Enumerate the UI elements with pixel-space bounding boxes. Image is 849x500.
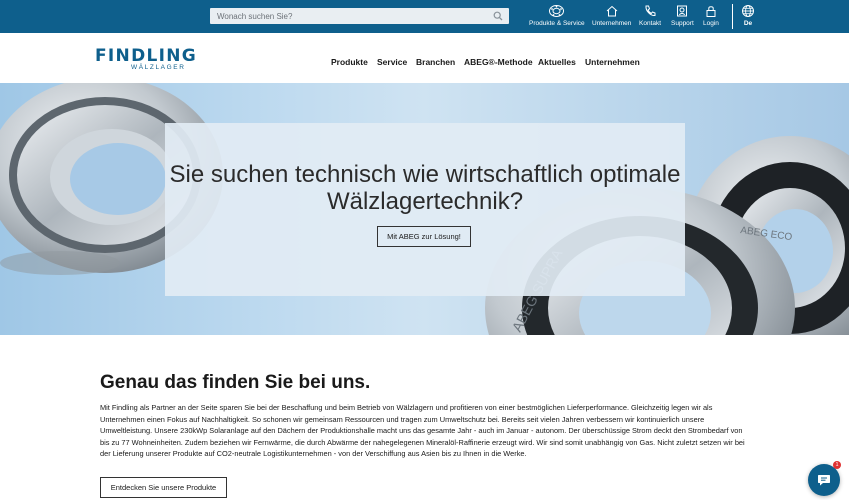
- nav-produkte[interactable]: Produkte: [331, 57, 368, 67]
- utility-label: Unternehmen: [592, 20, 632, 27]
- top-bar: Produkte & Service Unternehmen Kontakt S…: [0, 0, 849, 33]
- search-input[interactable]: [210, 8, 490, 24]
- chat-icon: [818, 475, 830, 486]
- globe-icon: [742, 5, 754, 17]
- search-icon[interactable]: [493, 11, 503, 21]
- nav-unternehmen[interactable]: Unternehmen: [585, 57, 640, 67]
- section-heading: Genau das finden Sie bei uns.: [100, 372, 371, 393]
- phone-icon: [645, 5, 656, 17]
- utility-unternehmen[interactable]: Unternehmen: [592, 4, 631, 30]
- utility-support[interactable]: Support: [671, 4, 694, 30]
- utility-label: Support: [671, 20, 694, 27]
- bearing-icon: [549, 5, 565, 17]
- chat-notification-badge: 1: [833, 461, 841, 469]
- nav-abeg-methode[interactable]: ABEG®-Methode: [464, 57, 533, 67]
- utility-label: Login: [703, 20, 719, 27]
- utility-login[interactable]: Login: [703, 4, 719, 30]
- hero-banner: ABEG SUPRA ABEG ECO Sie suchen technisch…: [0, 83, 849, 335]
- hero-title-line-2: Wälzlagertechnik?: [326, 188, 524, 215]
- nav-aktuelles[interactable]: Aktuelles: [538, 57, 576, 67]
- nav-branchen[interactable]: Branchen: [416, 57, 455, 67]
- logo-subline: WÄLZLAGER: [131, 64, 186, 71]
- hero-title-line-1: Sie suchen technisch wie wirtschaftlich …: [169, 161, 681, 188]
- logo-wordmark: FINDLING: [95, 46, 198, 66]
- section-paragraph: Mit Findling als Partner an der Seite sp…: [100, 403, 745, 459]
- search-bar: [210, 8, 509, 24]
- discover-products-button[interactable]: Entdecken Sie unsere Produkte: [100, 477, 227, 498]
- utility-label: Kontakt: [639, 20, 662, 27]
- hero-overlay: Sie suchen technisch wie wirtschaftlich …: [165, 123, 685, 296]
- utility-divider: [732, 4, 733, 29]
- support-icon: [677, 5, 688, 17]
- utility-language[interactable]: De: [741, 4, 755, 30]
- utility-label: Produkte & Service: [529, 20, 585, 27]
- utility-kontakt[interactable]: Kontakt: [639, 4, 661, 30]
- utility-produkte-service[interactable]: Produkte & Service: [529, 4, 585, 30]
- lock-icon: [706, 6, 716, 17]
- hero-title: Sie suchen technisch wie wirtschaftlich …: [165, 161, 685, 215]
- main-header: FINDLING WÄLZLAGER Produkte Service Bran…: [0, 33, 849, 83]
- utility-label: De: [743, 20, 753, 27]
- findling-logo[interactable]: FINDLING WÄLZLAGER: [95, 46, 196, 72]
- nav-service[interactable]: Service: [377, 57, 407, 67]
- home-icon: [606, 5, 618, 17]
- abeg-solution-button[interactable]: Mit ABEG zur Lösung!: [377, 226, 471, 247]
